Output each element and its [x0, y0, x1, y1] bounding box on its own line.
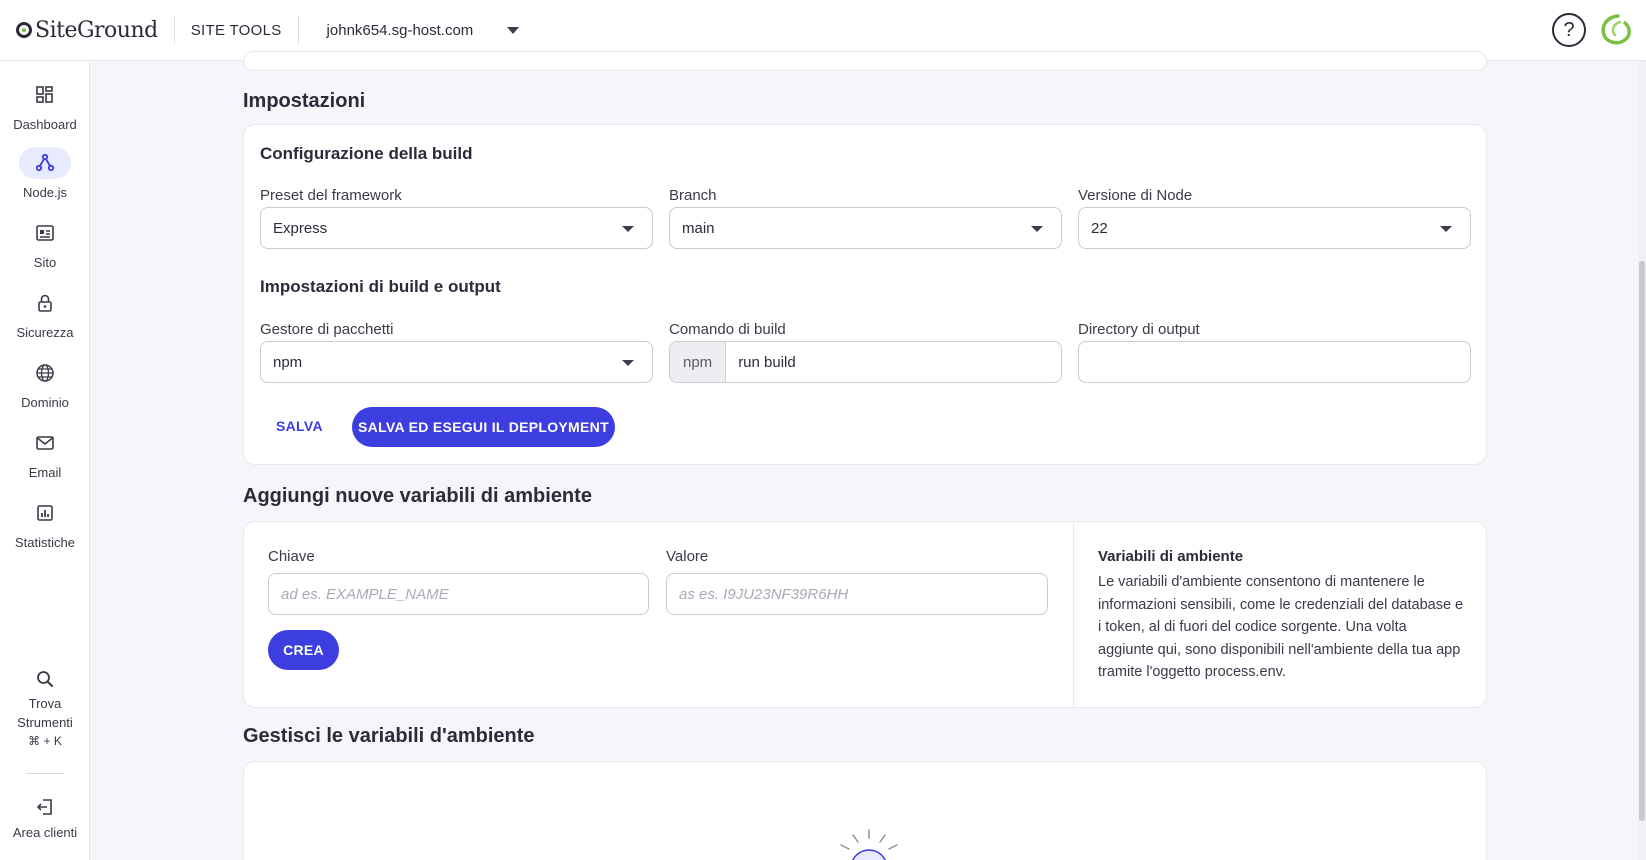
help-symbol: ?: [1563, 18, 1575, 41]
env-key-placeholder: ad es. EXAMPLE_NAME: [281, 585, 449, 603]
node-version-value: 22: [1091, 219, 1108, 237]
env-value-placeholder: as es. I9JU23NF39R6HH: [679, 585, 849, 603]
build-command-label: Comando di build: [669, 321, 786, 338]
build-command-prefix: npm: [670, 342, 727, 382]
chevron-down-icon: [1440, 226, 1452, 232]
framework-preset-select[interactable]: Express: [260, 207, 653, 249]
sidebar-item-label: Node.js: [22, 185, 68, 200]
find-tools-label-line2: Strumenti: [17, 714, 73, 730]
sidebar-item-sito[interactable]: Sito: [0, 217, 90, 270]
sidebar-item-label: Email: [28, 465, 62, 480]
build-command-value: run build: [738, 353, 796, 371]
sidebar-item-dashboard[interactable]: Dashboard: [0, 79, 90, 132]
manage-env-section-title: Gestisci le variabili d'ambiente: [243, 725, 535, 747]
site-window-icon: [19, 217, 71, 249]
package-manager-value: npm: [273, 353, 303, 371]
chevron-down-icon: [622, 360, 634, 366]
branch-select[interactable]: main: [669, 207, 1062, 249]
build-command-input[interactable]: npm run build: [669, 341, 1062, 383]
sidebar-item-label: Dominio: [21, 395, 69, 410]
scrollbar-thumb[interactable]: [1639, 261, 1645, 821]
framework-preset-label: Preset del framework: [260, 187, 402, 204]
previous-card-edge: [243, 51, 1487, 71]
page-scrollbar[interactable]: [1638, 61, 1646, 860]
sidebar-item-dominio[interactable]: Dominio: [0, 357, 90, 410]
sidebar-item-sicurezza[interactable]: Sicurezza: [0, 287, 90, 340]
chevron-down-icon: [1031, 226, 1043, 232]
sidebar: Dashboard Node.js Sito Sicurezza Dominio…: [0, 61, 90, 860]
dashboard-grid-icon: [19, 79, 71, 111]
manage-env-card: [243, 761, 1487, 860]
output-directory-input[interactable]: [1078, 341, 1471, 383]
sidebar-item-nodejs[interactable]: Node.js: [0, 147, 90, 200]
bar-chart-icon: [19, 497, 71, 529]
build-output-title: Impostazioni di build e output: [260, 277, 501, 296]
find-tools-button[interactable]: Trova Strumenti ⌘ + K: [0, 667, 90, 751]
empty-state-sun-icon: [840, 829, 898, 860]
output-directory-label: Directory di output: [1078, 321, 1200, 338]
globe-icon: [19, 357, 71, 389]
package-manager-label: Gestore di pacchetti: [260, 321, 394, 338]
branch-label: Branch: [669, 187, 717, 204]
logo-text: SiteGround: [35, 17, 158, 43]
envelope-icon: [19, 427, 71, 459]
save-and-deploy-button[interactable]: SALVA ED ESEGUI IL DEPLOYMENT: [352, 407, 615, 447]
sidebar-divider: [26, 773, 64, 774]
sidebar-item-label: Statistiche: [15, 535, 75, 550]
node-version-label: Versione di Node: [1078, 187, 1193, 204]
siteground-logo-mark-icon: [16, 22, 32, 38]
settings-section-title: Impostazioni: [243, 90, 366, 112]
env-info-panel: Variabili di ambiente Le variabili d'amb…: [1073, 522, 1486, 707]
env-key-label: Chiave: [268, 548, 315, 565]
framework-preset-value: Express: [273, 219, 328, 237]
logout-icon: [19, 793, 71, 821]
create-button[interactable]: CREA: [268, 630, 339, 670]
siteground-logo[interactable]: SiteGround: [16, 18, 158, 43]
sidebar-item-label: Dashboard: [13, 117, 77, 132]
sidebar-item-area-clienti[interactable]: Area clienti: [0, 793, 90, 840]
help-icon[interactable]: ?: [1552, 13, 1586, 47]
sidebar-item-email[interactable]: Email: [0, 427, 90, 480]
env-value-input[interactable]: as es. I9JU23NF39R6HH: [666, 573, 1048, 615]
lock-icon: [19, 287, 71, 319]
branch-value: main: [682, 219, 715, 237]
env-key-input[interactable]: ad es. EXAMPLE_NAME: [268, 573, 649, 615]
find-tools-shortcut: ⌘ + K: [28, 734, 62, 748]
find-tools-label-line1: Trova: [28, 696, 62, 711]
save-button[interactable]: SALVA: [276, 418, 323, 434]
env-info-text: Le variabili d'ambiente consentono di ma…: [1098, 574, 1464, 680]
header-divider: [297, 16, 299, 44]
node-version-select[interactable]: 22: [1078, 207, 1471, 249]
env-info-title: Variabili di ambiente: [1098, 548, 1244, 565]
siteground-swirl-icon[interactable]: [1598, 13, 1632, 47]
sidebar-item-statistiche[interactable]: Statistiche: [0, 497, 90, 550]
site-tools-label: SITE TOOLS: [190, 21, 282, 39]
search-icon: [19, 667, 71, 691]
nodejs-branch-icon: [19, 147, 71, 179]
sidebar-item-label: Area clienti: [12, 825, 78, 840]
main-content: Impostazioni Configurazione della build …: [90, 51, 1646, 860]
sidebar-item-label: Sicurezza: [16, 325, 74, 340]
domain-selector[interactable]: johnk654.sg-host.com: [327, 22, 520, 39]
add-env-card: Chiave ad es. EXAMPLE_NAME Valore as es.…: [243, 521, 1487, 708]
chevron-down-icon: [622, 226, 634, 232]
build-config-title: Configurazione della build: [260, 144, 473, 163]
env-value-label: Valore: [666, 548, 709, 565]
header-divider: [173, 16, 175, 44]
build-settings-card: Configurazione della build Preset del fr…: [243, 124, 1487, 465]
package-manager-select[interactable]: npm: [260, 341, 653, 383]
chevron-down-icon: [507, 26, 520, 34]
domain-name: johnk654.sg-host.com: [326, 21, 474, 39]
add-env-section-title: Aggiungi nuove variabili di ambiente: [243, 485, 592, 507]
sidebar-item-label: Sito: [33, 255, 57, 270]
